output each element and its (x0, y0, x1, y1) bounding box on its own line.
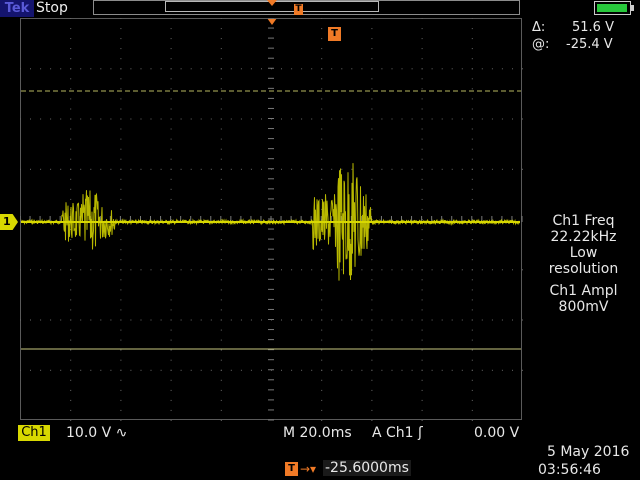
brand-logo: Tek (0, 0, 34, 17)
ch1-freq-note-low: Low (569, 245, 598, 261)
battery-tip (631, 5, 634, 11)
record-trigger-icon: T (294, 4, 303, 15)
ch1-trace (20, 163, 520, 281)
cursor-at-value: -25.4 V (566, 37, 613, 52)
ch1-ampl-value: 800mV (558, 299, 609, 315)
battery-level (597, 4, 627, 12)
ch1-freq-value: 22.22kHz (550, 229, 617, 245)
ch1-label[interactable]: Ch1 (18, 425, 50, 441)
acquisition-status: Stop (36, 0, 68, 16)
waveform-display[interactable] (20, 18, 524, 422)
cursor-delta-label: Δ: (532, 20, 546, 35)
horizontal-delay: -25.6000ms (323, 460, 411, 476)
ch1-ground-marker[interactable]: 1 (0, 214, 18, 230)
trigger-source: A Ch1 ʃ (372, 425, 423, 441)
cursor-delta-value: 51.6 V (572, 20, 614, 35)
ch1-freq-label: Ch1 Freq (552, 213, 615, 229)
delay-arrow-icon: →▾ (300, 462, 317, 476)
ch1-vertical-scale: 10.0 V ∿ (66, 425, 128, 441)
trigger-level: 0.00 V (474, 425, 520, 441)
delay-trigger-icon: T (285, 462, 298, 476)
horizontal-scale: M 20.0ms (283, 425, 352, 441)
date-display: 5 May 2016 (547, 444, 630, 460)
trigger-position-arrow-icon (267, 0, 277, 6)
ch1-freq-note-resolution: resolution (548, 261, 619, 277)
ch1-ampl-label: Ch1 Ampl (549, 283, 618, 299)
time-display: 03:56:46 (538, 462, 601, 478)
cursor-at-label: @: (532, 37, 550, 52)
